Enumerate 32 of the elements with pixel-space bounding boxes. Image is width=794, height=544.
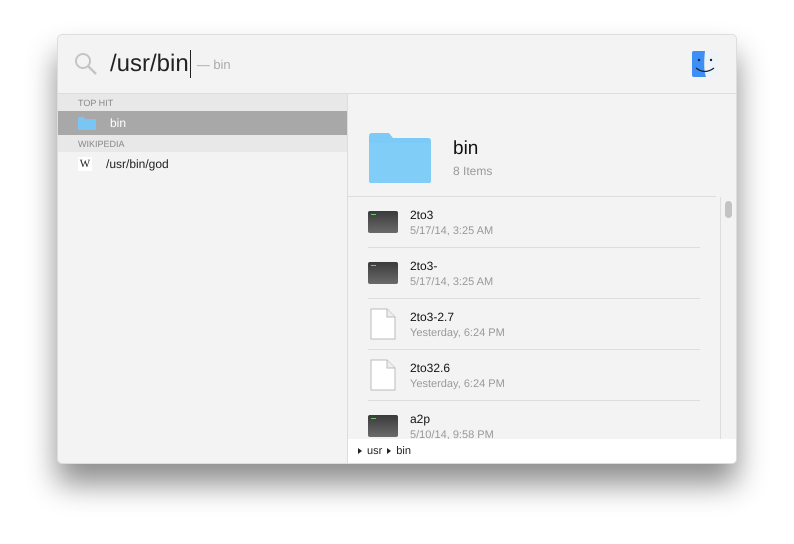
w-letter-icon: W: [78, 157, 92, 171]
terminal-icon: [368, 211, 398, 233]
folder-icon: [78, 116, 96, 130]
item-count: 8 Items: [453, 164, 492, 178]
file-date: Yesterday, 6:24 PM: [410, 326, 505, 338]
triangle-icon: [387, 448, 392, 454]
folder-icon: [369, 133, 431, 183]
path-item[interactable]: bin: [396, 445, 411, 457]
path-item[interactable]: usr: [367, 445, 382, 457]
file-name: a2p: [410, 412, 432, 426]
section-heading: TOP HIT: [58, 94, 347, 111]
file-date: 5/17/14, 3:25 AM: [410, 276, 494, 288]
scrollbar-thumb[interactable]: [724, 201, 732, 218]
file-date: 5/10/14, 9:58 PM: [410, 428, 494, 440]
section-heading: WIKIPEDIA: [58, 135, 347, 152]
search-field[interactable]: /usr/bin: [110, 50, 191, 78]
document-icon: [368, 308, 398, 340]
file-name: 2to3-2.7: [410, 310, 456, 324]
smiling-face-icon[interactable]: [692, 51, 718, 77]
file-name: 2to3-: [410, 258, 438, 272]
terminal-icon: [368, 262, 398, 284]
file-name: 2to32.6: [410, 360, 452, 374]
preview-title: bin: [453, 138, 480, 160]
file-date: 5/17/14, 3:25 AM: [410, 224, 494, 236]
result-item[interactable]: W /usr/bin/god: [58, 152, 347, 176]
triangle-icon: [358, 448, 362, 454]
file-date: Yesterday, 6:24 PM: [410, 378, 505, 390]
search-completion-hint: — bin: [196, 56, 231, 72]
document-icon: [368, 359, 398, 391]
terminal-icon: [368, 415, 398, 437]
search-icon: [74, 52, 98, 76]
file-name: 2to3: [410, 208, 434, 222]
